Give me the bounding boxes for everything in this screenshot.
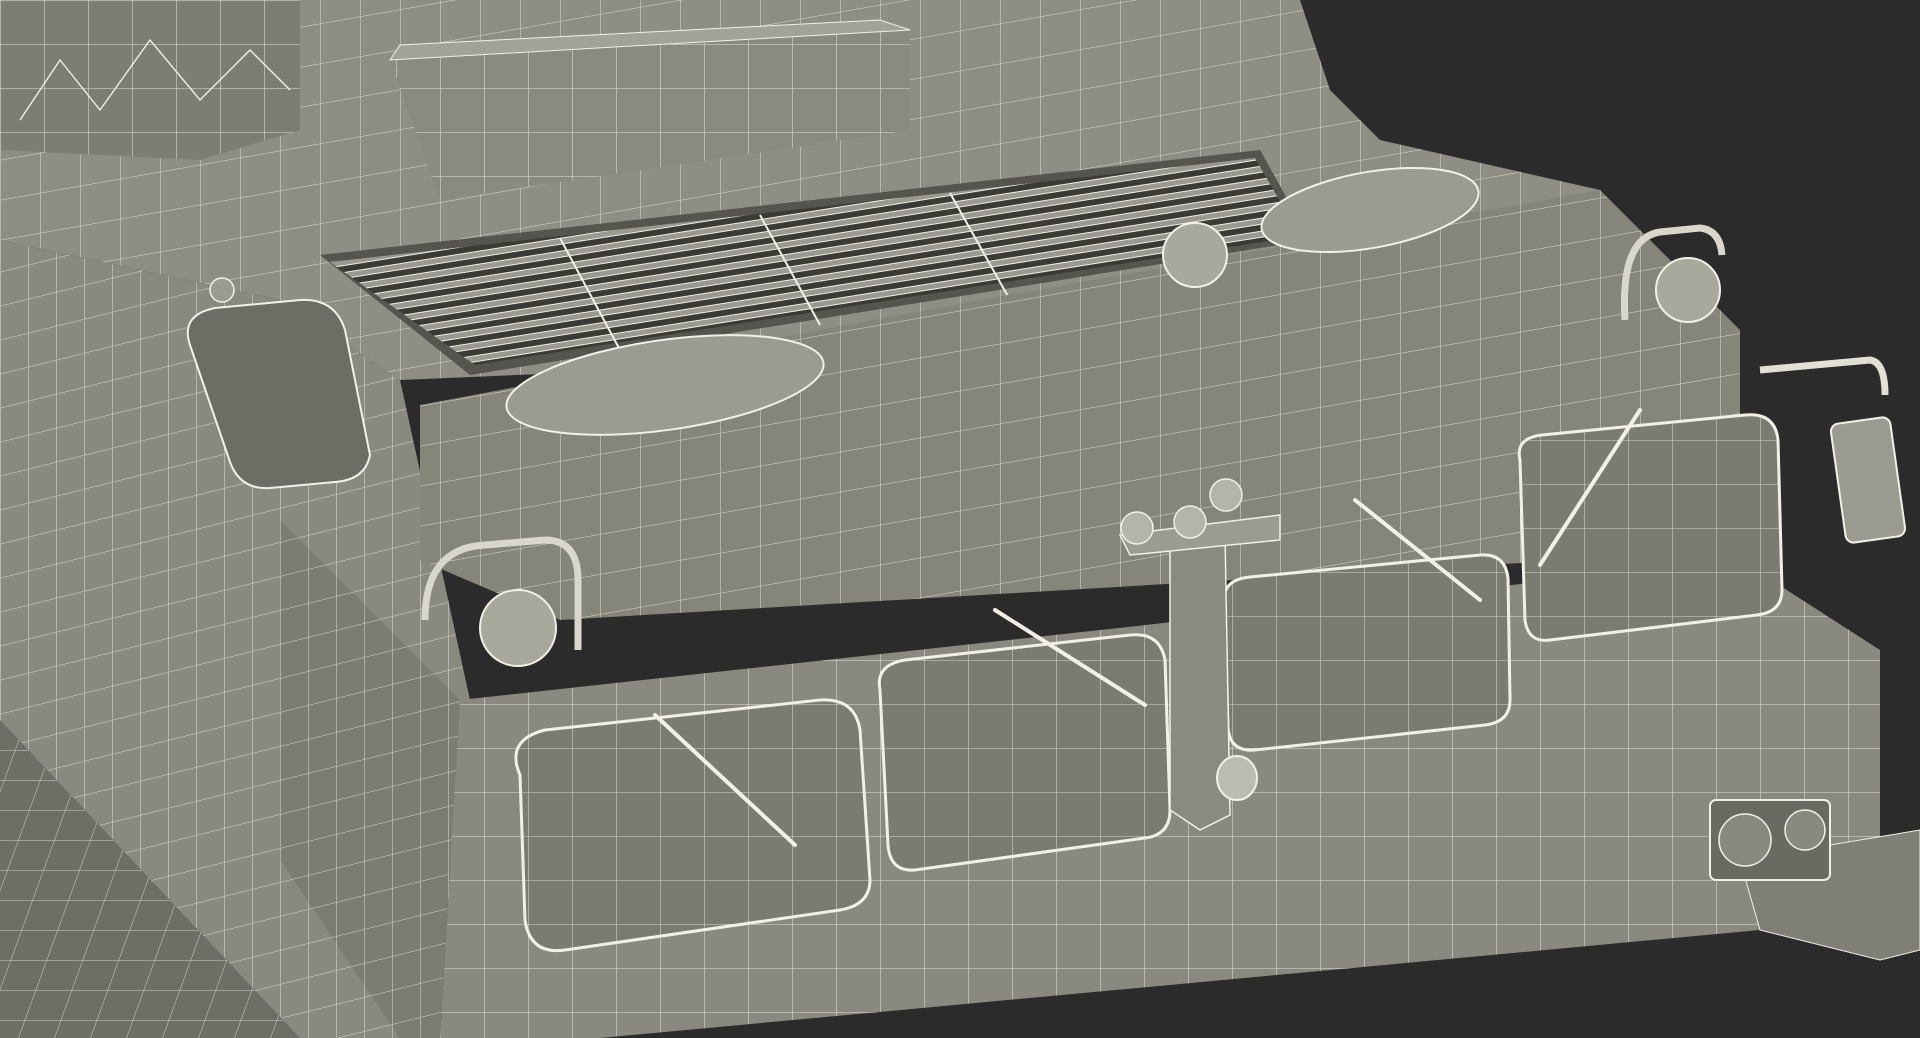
headlight-right bbox=[1655, 257, 1721, 323]
upper-cab bbox=[0, 0, 300, 160]
render-viewport bbox=[0, 0, 1920, 1038]
wireframe-vehicle-render bbox=[0, 0, 1920, 1038]
front-vent bbox=[1709, 799, 1831, 881]
center-lamp bbox=[1216, 755, 1258, 801]
beacon-light-2 bbox=[1173, 505, 1207, 539]
headlight-left bbox=[479, 589, 557, 667]
headlight-upper bbox=[1162, 222, 1228, 288]
beacon-light-3 bbox=[1209, 478, 1243, 512]
beacon-light-1 bbox=[1120, 511, 1154, 545]
side-mirror bbox=[1759, 356, 1907, 544]
